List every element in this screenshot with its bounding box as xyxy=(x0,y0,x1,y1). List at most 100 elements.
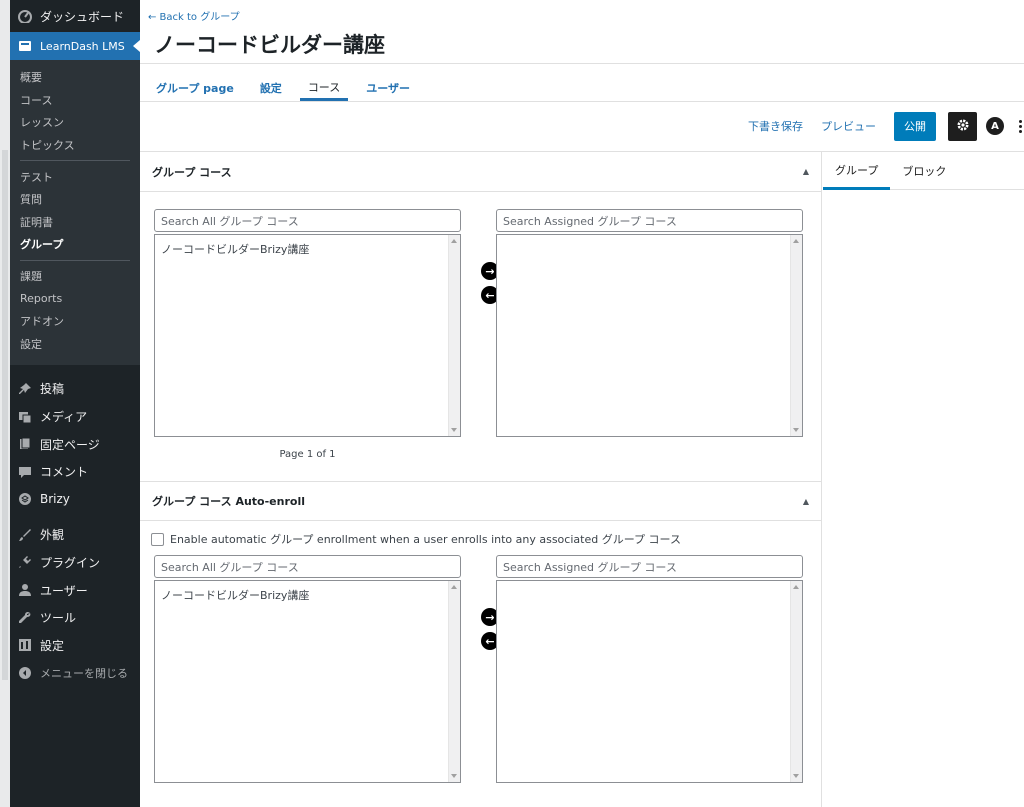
sidebar-item-label: 投稿 xyxy=(40,382,65,397)
sidebar-item-label: LearnDash LMS xyxy=(40,39,125,53)
sidebar-item-posts[interactable]: 投稿 xyxy=(10,375,140,403)
save-draft-button[interactable]: 下書き保存 xyxy=(748,118,803,134)
scroll-down-icon[interactable] xyxy=(451,774,457,778)
search-all-courses-input[interactable]: Search All グループ コース xyxy=(154,209,461,232)
metabox-header-auto-enroll[interactable]: グループ コース Auto-enroll ▲ xyxy=(140,481,821,521)
tab-users[interactable]: ユーザー xyxy=(358,75,418,101)
submenu-item[interactable]: 証明書 xyxy=(10,211,140,234)
settings-sidebar: グループ ブロック xyxy=(823,152,1024,807)
available-courses-list[interactable]: ノーコードビルダーBrizy講座 xyxy=(154,580,461,783)
metabox-body-courses: Search All グループ コース ノーコードビルダーBrizy講座 Pag… xyxy=(140,192,821,460)
sidebar-item-dashboard[interactable]: ダッシュボード xyxy=(10,0,140,32)
search-all-courses-input[interactable]: Search All グループ コース xyxy=(154,555,461,578)
tab-block[interactable]: ブロック xyxy=(890,152,958,190)
scroll-up-icon[interactable] xyxy=(451,585,457,589)
sidebar-item-tools[interactable]: ツール xyxy=(10,604,140,632)
caret-up-icon[interactable]: ▲ xyxy=(803,497,809,506)
main-menu: 投稿 メディア 固定ページ コメント Brizy 外観 プラグイン ユーザー ツ… xyxy=(10,365,140,687)
sidebar-item-users[interactable]: ユーザー xyxy=(10,576,140,604)
submenu-item[interactable]: 概要 xyxy=(10,66,140,89)
auto-enroll-selector: Search All グループ コース ノーコードビルダーBrizy講座 → ←… xyxy=(154,555,807,783)
available-courses-list[interactable]: ノーコードビルダーBrizy講座 xyxy=(154,234,461,437)
edge-mark xyxy=(2,150,8,680)
submenu-item[interactable]: 設定 xyxy=(10,333,140,356)
settings-button[interactable] xyxy=(948,111,977,141)
metabox-title: グループ コース xyxy=(152,165,232,179)
back-to-groups-link[interactable]: ← Back to グループ xyxy=(148,8,240,23)
scrollbar[interactable] xyxy=(790,235,802,436)
metabox-area: グループ コース ▲ Search All グループ コース ノーコードビルダー… xyxy=(140,152,822,807)
list-item[interactable]: ノーコードビルダーBrizy講座 xyxy=(155,581,460,603)
media-icon xyxy=(18,410,32,424)
collapse-icon xyxy=(18,666,32,680)
sidebar-item-label: ツール xyxy=(40,611,77,626)
scroll-down-icon[interactable] xyxy=(793,774,799,778)
tab-group[interactable]: グループ xyxy=(823,152,891,190)
sidebar-item-appearance[interactable]: 外観 xyxy=(10,521,140,549)
preview-button[interactable]: プレビュー xyxy=(821,118,876,134)
sidebar-item-comments[interactable]: コメント xyxy=(10,458,140,486)
collapse-menu-button[interactable]: メニューを閉じる xyxy=(10,659,140,687)
tab-settings[interactable]: 設定 xyxy=(252,75,290,101)
sidebar-item-label: ユーザー xyxy=(40,583,88,598)
publish-button[interactable]: 公開 xyxy=(894,111,936,141)
scroll-up-icon[interactable] xyxy=(793,585,799,589)
sidebar-item-label: 設定 xyxy=(40,638,65,653)
scroll-down-icon[interactable] xyxy=(451,428,457,432)
submenu-item[interactable]: Reports xyxy=(10,287,140,310)
sidebar-item-brizy[interactable]: Brizy xyxy=(10,486,140,514)
caret-up-icon[interactable]: ▲ xyxy=(803,167,809,176)
collapse-label: メニューを閉じる xyxy=(40,666,128,680)
brizy-icon xyxy=(18,492,32,506)
tab-group-page[interactable]: グループ page xyxy=(148,75,242,101)
sidebar-item-pages[interactable]: 固定ページ xyxy=(10,430,140,458)
assigned-courses-column: Search Assigned グループ コース xyxy=(496,555,803,783)
auto-enroll-checkbox[interactable] xyxy=(151,532,164,546)
learndash-submenu: 概要 コース レッスン トピックス テスト 質問 証明書 グループ 課題 Rep… xyxy=(10,60,140,366)
pager: Page 1 of 1 xyxy=(279,449,336,460)
scroll-down-icon[interactable] xyxy=(793,428,799,432)
dashboard-icon xyxy=(18,9,32,23)
scroll-up-icon[interactable] xyxy=(451,239,457,243)
more-options-button[interactable] xyxy=(1016,119,1024,133)
search-assigned-courses-input[interactable]: Search Assigned グループ コース xyxy=(496,555,803,578)
submenu-divider xyxy=(20,259,130,261)
list-item[interactable]: ノーコードビルダーBrizy講座 xyxy=(155,235,460,257)
sidebar-item-learndash[interactable]: LearnDash LMS xyxy=(10,32,140,60)
sidebar-item-media[interactable]: メディア xyxy=(10,403,140,431)
submenu-item[interactable]: トピックス xyxy=(10,134,140,157)
search-assigned-courses-input[interactable]: Search Assigned グループ コース xyxy=(496,209,803,232)
scroll-up-icon[interactable] xyxy=(793,239,799,243)
sidebar-item-label: 固定ページ xyxy=(40,437,100,452)
sidebar-item-plugins[interactable]: プラグイン xyxy=(10,549,140,577)
astra-settings-button[interactable]: A xyxy=(986,117,1004,135)
gear-icon xyxy=(956,117,970,136)
tab-courses[interactable]: コース xyxy=(299,75,349,101)
arrow-right-icon: → xyxy=(485,610,495,624)
brush-icon xyxy=(18,528,32,542)
arrow-left-icon: ← xyxy=(485,634,495,648)
comment-icon xyxy=(18,465,32,479)
submenu-item[interactable]: 課題 xyxy=(10,265,140,288)
metabox-header-courses[interactable]: グループ コース ▲ xyxy=(140,152,821,192)
scrollbar[interactable] xyxy=(448,581,460,782)
sidebar-item-settings[interactable]: 設定 xyxy=(10,631,140,659)
submenu-item[interactable]: アドオン xyxy=(10,310,140,333)
learndash-icon xyxy=(18,39,32,53)
submenu-item[interactable]: テスト xyxy=(10,165,140,188)
submenu-item[interactable]: 質問 xyxy=(10,188,140,211)
window-edge xyxy=(0,0,10,807)
dot xyxy=(1018,129,1022,133)
assigned-courses-list[interactable] xyxy=(496,234,803,437)
assigned-courses-list[interactable] xyxy=(496,580,803,783)
assigned-courses-column: Search Assigned グループ コース xyxy=(496,209,803,460)
scrollbar[interactable] xyxy=(790,581,802,782)
submenu-item-current[interactable]: グループ xyxy=(10,233,140,256)
admin-sidebar: ダッシュボード LearnDash LMS 概要 コース レッスン トピックス … xyxy=(10,0,140,807)
submenu-divider xyxy=(20,160,130,162)
scrollbar[interactable] xyxy=(448,235,460,436)
submenu-item[interactable]: レッスン xyxy=(10,111,140,134)
divider xyxy=(140,63,1024,64)
submenu-item[interactable]: コース xyxy=(10,89,140,112)
course-selector: Search All グループ コース ノーコードビルダーBrizy講座 Pag… xyxy=(154,209,807,460)
